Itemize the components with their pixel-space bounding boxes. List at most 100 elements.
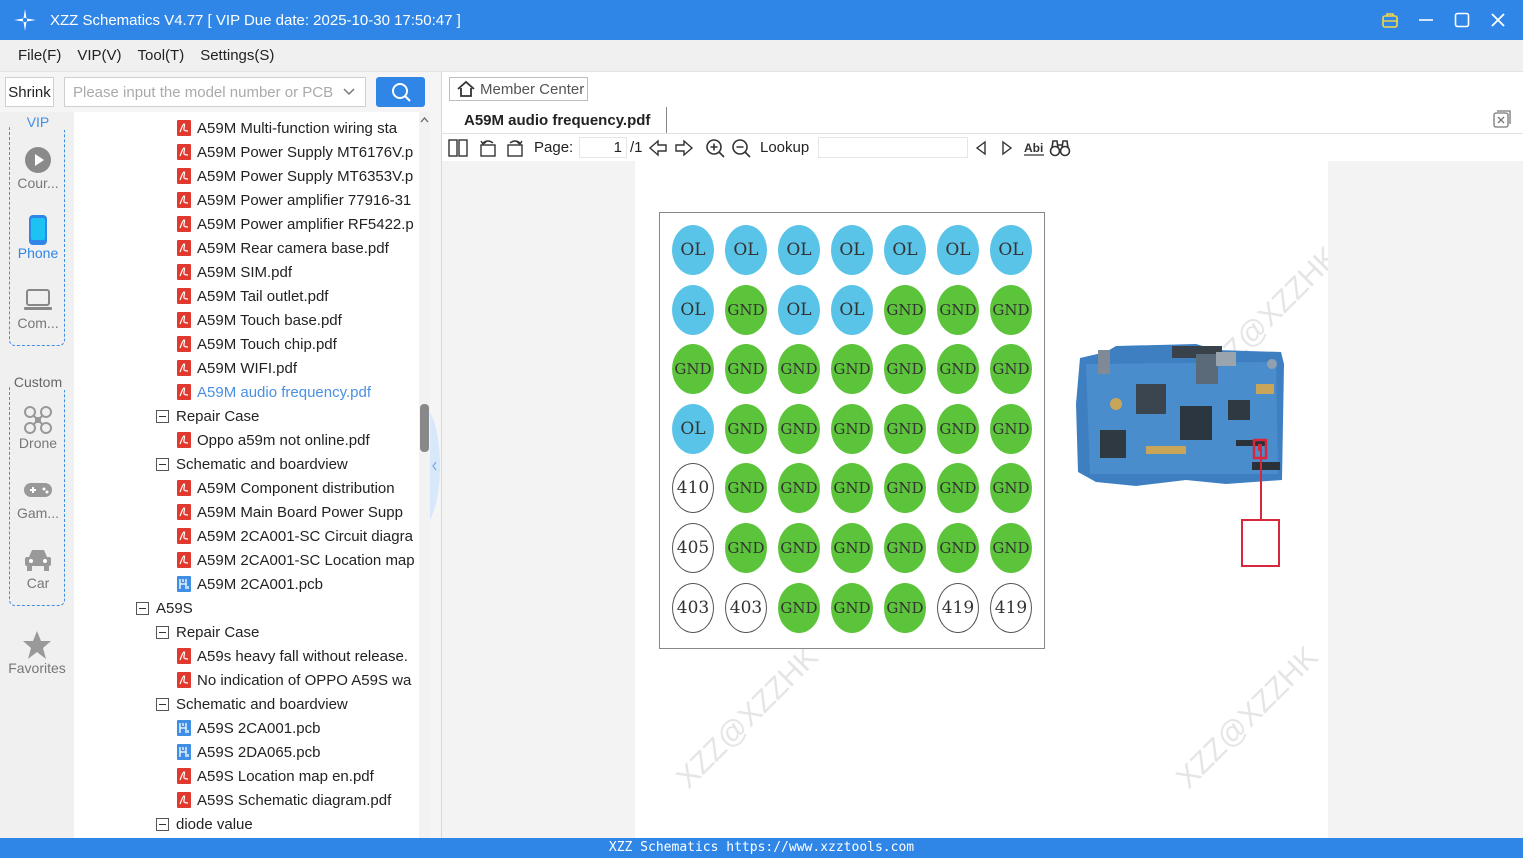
nav-car[interactable]: Car bbox=[10, 545, 66, 591]
nav-phone[interactable]: Phone bbox=[10, 215, 66, 261]
nav-drone-label: Drone bbox=[18, 435, 58, 451]
tree-file[interactable]: A59M Power Supply MT6353V.p bbox=[177, 164, 419, 188]
binoculars-icon[interactable] bbox=[1049, 137, 1071, 159]
menu-tool[interactable]: Tool(T) bbox=[138, 47, 185, 64]
pin-cell: GND bbox=[990, 344, 1032, 395]
tree-file[interactable]: A59M Touch base.pdf bbox=[177, 308, 419, 332]
page-label: Page: bbox=[534, 139, 574, 156]
nav-drone[interactable]: Drone bbox=[10, 405, 66, 451]
tree-file[interactable]: A59S Schematic diagram.pdf bbox=[177, 788, 419, 812]
previous-page-icon[interactable] bbox=[647, 137, 669, 159]
collapse-toggle-icon[interactable] bbox=[136, 601, 149, 615]
collapse-toggle-icon[interactable] bbox=[156, 409, 169, 423]
menu-vip[interactable]: VIP(V) bbox=[77, 47, 121, 64]
file-tree: A59M Multi-function wiring sta A59M Power… bbox=[74, 112, 419, 838]
tree-file[interactable]: A59M Main Board Power Supp bbox=[177, 500, 419, 524]
model-search-input[interactable] bbox=[73, 83, 341, 101]
search-button[interactable] bbox=[376, 77, 425, 107]
next-page-icon[interactable] bbox=[673, 137, 695, 159]
collapse-toggle-icon[interactable] bbox=[156, 697, 169, 711]
car-icon bbox=[25, 550, 51, 571]
tree-file[interactable]: A59M 2CA001-SC Circuit diagra bbox=[177, 524, 419, 548]
nav-favorites[interactable]: Favorites bbox=[0, 630, 74, 676]
tree-folder[interactable]: A59S bbox=[136, 596, 419, 620]
tree-file[interactable]: A59S 2CA001.pcb bbox=[177, 716, 419, 740]
lookup-input[interactable] bbox=[818, 137, 968, 158]
tree-folder[interactable]: Repair Case bbox=[156, 620, 419, 644]
tree-item-label: Schematic and boardview bbox=[176, 695, 348, 713]
tree-folder[interactable]: Schematic and boardview bbox=[156, 452, 419, 476]
pin-cell: GND bbox=[937, 403, 979, 454]
nav-course[interactable]: Cour... bbox=[10, 145, 66, 191]
tree-item-label: A59M Touch chip.pdf bbox=[197, 335, 337, 353]
zoom-in-icon[interactable] bbox=[704, 137, 726, 159]
tree-file[interactable]: A59M Component distribution bbox=[177, 476, 419, 500]
tree-scrollbar[interactable] bbox=[419, 112, 430, 838]
tree-file[interactable]: A59s heavy fall without release. bbox=[177, 644, 419, 668]
pdf-file-icon bbox=[177, 552, 191, 568]
pdf-file-icon bbox=[177, 144, 191, 160]
maximize-icon[interactable] bbox=[1451, 9, 1473, 31]
rotate-left-icon[interactable] bbox=[477, 137, 499, 159]
page-number-input[interactable]: 1 bbox=[579, 137, 627, 158]
tree-item-label: A59S 2DA065.pcb bbox=[197, 743, 321, 761]
pin-cell: OL bbox=[831, 284, 873, 335]
tree-item-label: A59S Location map en.pdf bbox=[197, 767, 374, 785]
tree-file[interactable]: No indication of OPPO A59S wa bbox=[177, 668, 419, 692]
play-icon bbox=[25, 147, 51, 173]
tree-file[interactable]: Oppo a59m not online.pdf bbox=[177, 428, 419, 452]
tree-file[interactable]: A59M 2CA001.pcb bbox=[177, 572, 419, 596]
tree-file[interactable]: A59M Tail outlet.pdf bbox=[177, 284, 419, 308]
tree-file[interactable]: A59M Touch chip.pdf bbox=[177, 332, 419, 356]
tree-file[interactable]: A59S 2DA065.pcb bbox=[177, 740, 419, 764]
tree-item-label: A59M WIFI.pdf bbox=[197, 359, 298, 377]
close-icon[interactable] bbox=[1487, 9, 1509, 31]
tree-file[interactable]: A59M SIM.pdf bbox=[177, 260, 419, 284]
pin-cell: GND bbox=[937, 523, 979, 573]
tree-file[interactable]: A59M Power amplifier RF5422.p bbox=[177, 212, 419, 236]
member-center-button[interactable]: Member Center bbox=[449, 77, 588, 101]
shrink-button[interactable]: Shrink bbox=[5, 77, 54, 107]
match-case-icon[interactable]: Abi bbox=[1023, 137, 1045, 159]
tree-folder[interactable]: Repair Case bbox=[156, 404, 419, 428]
rotate-right-icon[interactable] bbox=[504, 137, 526, 159]
tree-file[interactable]: A59M Power Supply MT6176V.p bbox=[177, 140, 419, 164]
menu-settings[interactable]: Settings(S) bbox=[200, 47, 274, 64]
chevron-down-icon[interactable] bbox=[341, 84, 357, 100]
tree-file[interactable]: A59M Power amplifier 77916-31 bbox=[177, 188, 419, 212]
close-tab-icon[interactable] bbox=[1493, 110, 1511, 128]
menu-file[interactable]: File(F) bbox=[18, 47, 61, 64]
vip-bag-icon[interactable] bbox=[1379, 9, 1401, 31]
panel-collapse-handle[interactable] bbox=[430, 412, 440, 520]
model-search-box[interactable] bbox=[64, 77, 366, 107]
tree-item-label: A59M Main Board Power Supp bbox=[197, 503, 403, 521]
tree-file[interactable]: A59M WIFI.pdf bbox=[177, 356, 419, 380]
tree-item-label: A59M Tail outlet.pdf bbox=[197, 287, 329, 305]
tree-scroll-thumb[interactable] bbox=[420, 404, 429, 452]
collapse-toggle-icon[interactable] bbox=[156, 625, 169, 639]
collapse-toggle-icon[interactable] bbox=[156, 817, 169, 831]
nav-computer[interactable]: Com... bbox=[10, 285, 66, 331]
nav-game[interactable]: Gam... bbox=[10, 475, 66, 521]
custom-group-label: Custom bbox=[10, 374, 66, 390]
tree-file[interactable]: A59M 2CA001-SC Location map bbox=[177, 548, 419, 572]
pdf-file-icon bbox=[177, 648, 191, 664]
pin-cell: OL bbox=[672, 284, 714, 335]
two-page-view-icon[interactable] bbox=[447, 137, 469, 159]
scroll-up-icon[interactable] bbox=[419, 112, 430, 128]
tree-folder[interactable]: Schematic and boardview bbox=[156, 692, 419, 716]
tree-folder[interactable]: diode value bbox=[156, 812, 419, 836]
tree-file[interactable]: A59M Multi-function wiring sta bbox=[177, 116, 419, 140]
collapse-toggle-icon[interactable] bbox=[156, 457, 169, 471]
minimize-icon[interactable] bbox=[1415, 9, 1437, 31]
pin-cell: GND bbox=[884, 284, 926, 335]
pin-cell: OL bbox=[937, 225, 979, 275]
tree-file[interactable]: A59M audio frequency.pdf bbox=[177, 380, 419, 404]
find-previous-icon[interactable] bbox=[970, 137, 992, 159]
find-next-icon[interactable] bbox=[996, 137, 1018, 159]
tree-file[interactable]: A59S Location map en.pdf bbox=[177, 764, 419, 788]
document-tab[interactable]: A59M audio frequency.pdf bbox=[449, 107, 667, 134]
zoom-out-icon[interactable] bbox=[730, 137, 752, 159]
pin-cell: GND bbox=[778, 463, 820, 514]
tree-file[interactable]: A59M Rear camera base.pdf bbox=[177, 236, 419, 260]
